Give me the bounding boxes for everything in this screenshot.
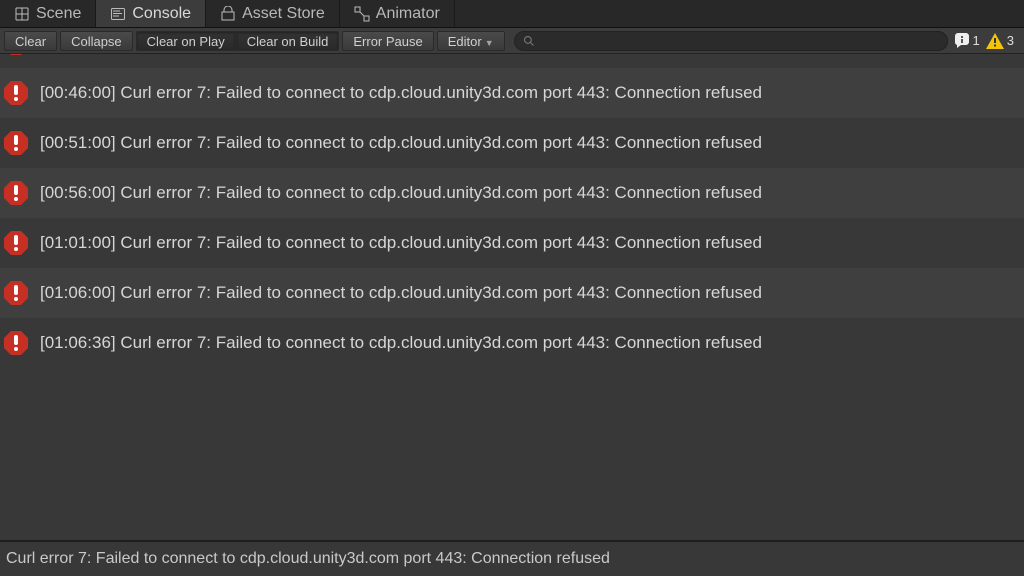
tab-console[interactable]: Console: [96, 0, 206, 27]
log-detail-text: Curl error 7: Failed to connect to cdp.c…: [6, 550, 610, 568]
warning-icon: [986, 33, 1004, 49]
log-detail-panel[interactable]: Curl error 7: Failed to connect to cdp.c…: [0, 540, 1024, 576]
error-icon: [2, 80, 30, 106]
log-entry[interactable]: [01:06:00] Curl error 7: Failed to conne…: [0, 268, 1024, 318]
tab-label: Asset Store: [242, 5, 325, 23]
log-entry[interactable]: [0, 54, 1024, 68]
error-icon: [2, 230, 30, 256]
tab-label: Scene: [36, 5, 81, 23]
error-icon: [2, 54, 30, 56]
tab-animator[interactable]: Animator: [340, 0, 455, 27]
tab-label: Animator: [376, 5, 440, 23]
log-message: [01:06:36] Curl error 7: Failed to conne…: [40, 333, 1018, 353]
error-icon: [2, 130, 30, 156]
error-icon: [2, 280, 30, 306]
log-entry[interactable]: [01:01:00] Curl error 7: Failed to conne…: [0, 218, 1024, 268]
scene-icon: [14, 6, 30, 22]
log-message: [01:06:00] Curl error 7: Failed to conne…: [40, 283, 1018, 303]
clear-on-group: Clear on Play Clear on Build: [136, 31, 343, 51]
log-entry[interactable]: [00:56:00] Curl error 7: Failed to conne…: [0, 168, 1024, 218]
log-empty-area: [0, 368, 1024, 540]
clear-on-play-button[interactable]: Clear on Play: [136, 31, 236, 51]
log-message: [01:01:00] Curl error 7: Failed to conne…: [40, 233, 1018, 253]
error-pause-button[interactable]: Error Pause: [342, 31, 433, 51]
info-counter[interactable]: 1: [954, 33, 980, 49]
search-icon: [523, 35, 535, 47]
log-entry[interactable]: [00:46:00] Curl error 7: Failed to conne…: [0, 68, 1024, 118]
error-icon: [2, 330, 30, 356]
log-message: [00:56:00] Curl error 7: Failed to conne…: [40, 183, 1018, 203]
editor-label: Editor: [448, 34, 482, 49]
warn-counter[interactable]: 3: [986, 33, 1014, 49]
collapse-button[interactable]: Collapse: [60, 31, 133, 51]
editor-dropdown[interactable]: Editor▼: [437, 31, 505, 51]
tab-label: Console: [132, 5, 191, 23]
info-count: 1: [973, 33, 980, 48]
search-input[interactable]: [539, 34, 939, 48]
search-field[interactable]: [514, 31, 948, 51]
chevron-down-icon: ▼: [485, 38, 494, 48]
console-toolbar: Clear Collapse Clear on Play Clear on Bu…: [0, 28, 1024, 54]
info-bubble-icon: [954, 33, 970, 49]
tab-bar: Scene Console Asset Store Animator: [0, 0, 1024, 28]
assetstore-icon: [220, 6, 236, 22]
error-icon: [2, 180, 30, 206]
animator-icon: [354, 6, 370, 22]
log-list[interactable]: [00:46:00] Curl error 7: Failed to conne…: [0, 54, 1024, 540]
log-entry[interactable]: [01:06:36] Curl error 7: Failed to conne…: [0, 318, 1024, 368]
log-entry[interactable]: [00:51:00] Curl error 7: Failed to conne…: [0, 118, 1024, 168]
console-icon: [110, 6, 126, 22]
warn-count: 3: [1007, 33, 1014, 48]
log-message: [00:46:00] Curl error 7: Failed to conne…: [40, 83, 1018, 103]
tab-scene[interactable]: Scene: [0, 0, 96, 27]
log-message: [00:51:00] Curl error 7: Failed to conne…: [40, 133, 1018, 153]
tab-asset-store[interactable]: Asset Store: [206, 0, 340, 27]
log-counters: 1 3: [954, 33, 1020, 49]
clear-on-build-button[interactable]: Clear on Build: [236, 31, 340, 51]
clear-button[interactable]: Clear: [4, 31, 57, 51]
